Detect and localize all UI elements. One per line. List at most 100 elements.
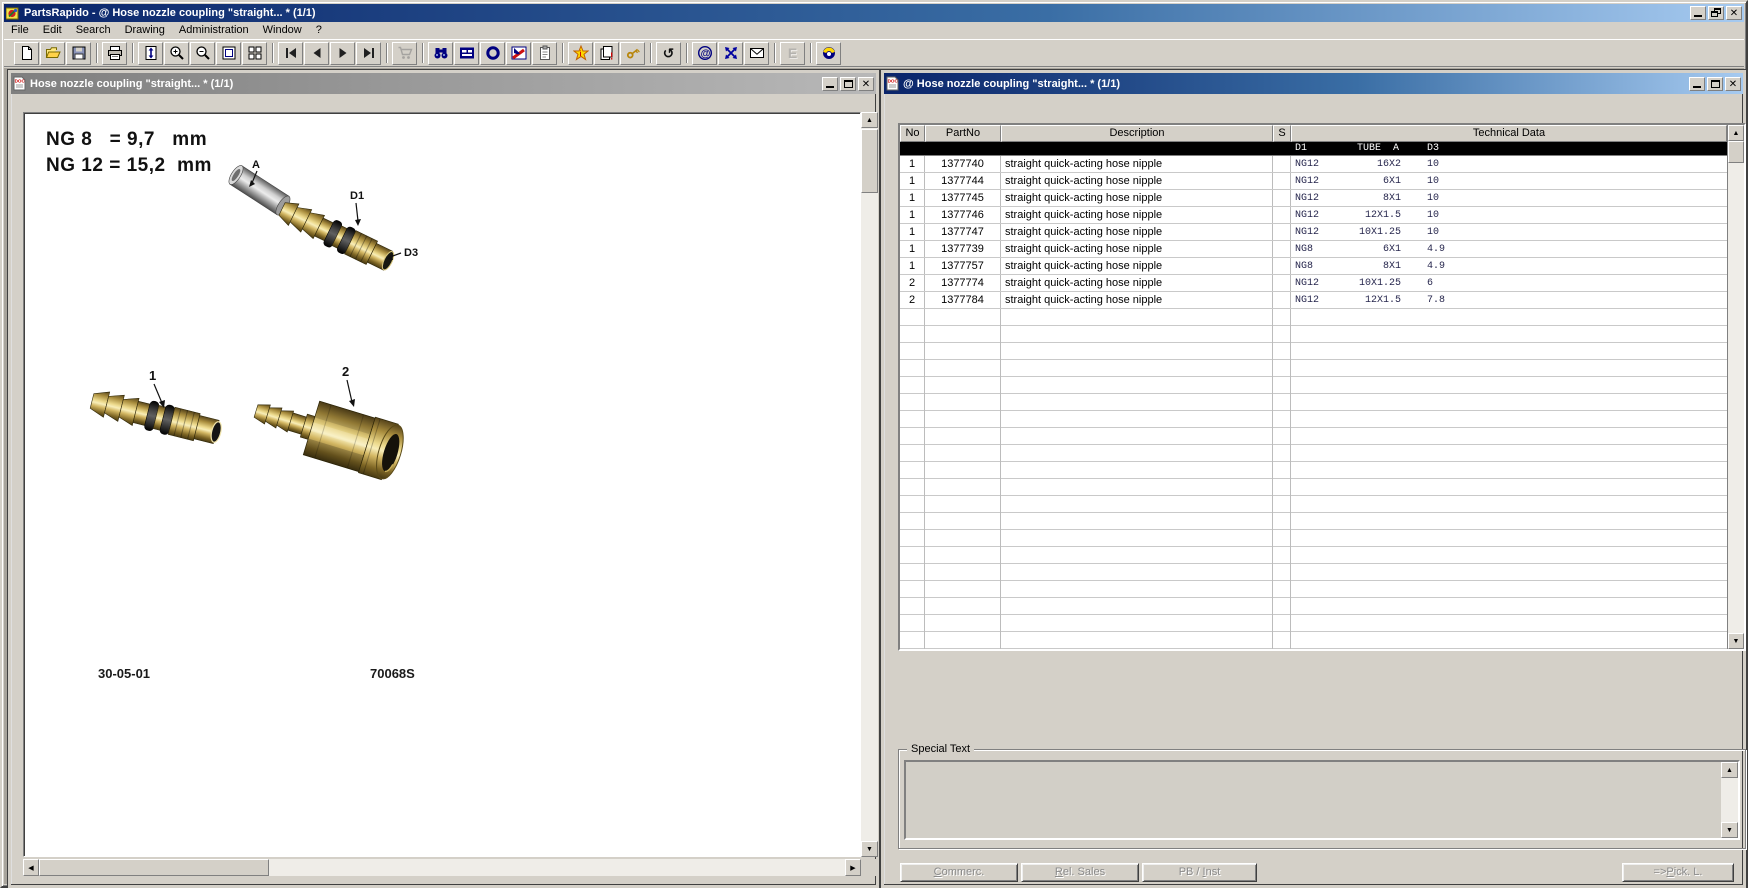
toolbar-refresh-button[interactable]: ↺ (656, 42, 681, 65)
cell-partno: 1377740 (925, 156, 1001, 172)
print-icon (107, 45, 123, 61)
column-header-partno[interactable]: PartNo (925, 125, 1001, 142)
restore-button[interactable] (1708, 6, 1724, 20)
toolbar-ring-button[interactable] (480, 42, 505, 65)
scroll-up-arrow[interactable]: ▲ (1728, 125, 1744, 141)
cell-no: 1 (900, 224, 925, 240)
pick-l-button[interactable]: =>Pick. L. (1622, 863, 1734, 882)
column-header-no[interactable]: No (900, 125, 925, 142)
table-row[interactable]: 1 1377744 straight quick-acting hose nip… (900, 173, 1727, 190)
toolbar-at-circle-button[interactable]: @ (692, 42, 717, 65)
toolbar-export-e-button[interactable]: E (780, 42, 805, 65)
column-header-description[interactable]: Description (1001, 125, 1273, 142)
menu-item-file[interactable]: File (4, 22, 36, 39)
drawing-titlebar[interactable]: DOC Hose nozzle coupling "straight... * … (11, 73, 876, 94)
toolbar-shopping-cart-button[interactable] (392, 42, 417, 65)
parts-table: No PartNo Description S Technical Data D… (898, 123, 1746, 651)
scroll-left-arrow[interactable]: ◀ (23, 859, 39, 876)
drawing-maximize-button[interactable] (840, 77, 856, 91)
toolbar-open-folder-button[interactable] (40, 42, 65, 65)
drawing-minimize-button[interactable] (822, 77, 838, 91)
commerc-button[interactable]: Commerc. (900, 863, 1018, 882)
scroll-down-arrow[interactable]: ▼ (1728, 633, 1744, 649)
scroll-up-arrow[interactable]: ▲ (1721, 762, 1738, 778)
cell-partno: 1377784 (925, 292, 1001, 308)
pb-inst-button[interactable]: PB / Inst (1142, 863, 1257, 882)
menu-item-help[interactable]: ? (309, 22, 329, 39)
horizontal-scroll-thumb[interactable] (39, 859, 269, 876)
cell-technical-data: NG1212X1.510 (1291, 207, 1727, 223)
vertical-scroll-thumb[interactable] (1728, 141, 1744, 163)
toolbar-fit-page-button[interactable] (138, 42, 163, 65)
vertical-scroll-thumb[interactable] (861, 129, 878, 193)
special-text-scrollbar[interactable]: ▲ ▼ (1721, 762, 1738, 838)
previous-page-icon (309, 45, 325, 61)
column-header-s[interactable]: S (1273, 125, 1291, 142)
cell-partno: 1377739 (925, 241, 1001, 257)
toolbar-flag-arrow-button[interactable] (506, 42, 531, 65)
close-button[interactable]: ✕ (1726, 6, 1742, 20)
minimize-button[interactable] (1690, 6, 1706, 20)
toolbar-last-page-button[interactable] (356, 42, 381, 65)
toolbar-resize-arrows-button[interactable] (718, 42, 743, 65)
toolbar-thumbnail-view-button[interactable] (242, 42, 267, 65)
parts-window: DOC @ Hose nozzle coupling "straight... … (881, 70, 1746, 888)
scroll-right-arrow[interactable]: ▶ (845, 859, 861, 876)
toolbar-clipboard-button[interactable] (532, 42, 557, 65)
toolbar-key-button[interactable] (620, 42, 645, 65)
toolbar-search-binoculars-button[interactable] (428, 42, 453, 65)
column-header-technical-data[interactable]: Technical Data (1291, 125, 1727, 142)
drawing-close-button[interactable]: ✕ (858, 77, 874, 91)
table-row[interactable]: 1 1377757 straight quick-acting hose nip… (900, 258, 1727, 275)
table-row[interactable]: 1 1377740 straight quick-acting hose nip… (900, 156, 1727, 173)
scroll-up-arrow[interactable]: ▲ (861, 112, 878, 128)
drawing-canvas[interactable]: NG 8 = 9,7 mmNG 12 = 15,2 mm (23, 112, 861, 857)
drawing-vertical-scrollbar[interactable]: ▲ ▼ (861, 112, 878, 857)
toolbar-print-button[interactable] (102, 42, 127, 65)
menu-item-administration[interactable]: Administration (172, 22, 256, 39)
scroll-down-arrow[interactable]: ▼ (1721, 822, 1738, 838)
cell-partno: 1377744 (925, 173, 1001, 189)
toolbar-service-ball-button[interactable] (816, 42, 841, 65)
svg-text:!: ! (610, 52, 613, 62)
menu-item-edit[interactable]: Edit (36, 22, 69, 39)
parts-titlebar[interactable]: DOC @ Hose nozzle coupling "straight... … (884, 73, 1743, 94)
scroll-down-arrow[interactable]: ▼ (861, 841, 878, 857)
toolbar-zoom-out-button[interactable] (190, 42, 215, 65)
main-titlebar[interactable]: PartsRapido - @ Hose nozzle coupling "st… (4, 4, 1744, 22)
toolbar-page-view-button[interactable] (216, 42, 241, 65)
page-view-icon (221, 45, 237, 61)
table-row[interactable]: 1 1377739 straight quick-acting hose nip… (900, 241, 1727, 258)
special-text-area[interactable]: ▲ ▼ (904, 760, 1740, 840)
toolbar-next-page-button[interactable] (330, 42, 355, 65)
toolbar-catalog-stack-button[interactable]: ! (594, 42, 619, 65)
toolbar-envelope-button[interactable] (744, 42, 769, 65)
toolbar-parts-list-button[interactable] (454, 42, 479, 65)
subheader-d1: D1 (1295, 143, 1307, 154)
table-row[interactable]: 1 1377745 straight quick-acting hose nip… (900, 190, 1727, 207)
table-row[interactable]: 2 1377784 straight quick-acting hose nip… (900, 292, 1727, 309)
parts-close-button[interactable]: ✕ (1725, 77, 1741, 91)
parts-maximize-button[interactable] (1707, 77, 1723, 91)
table-row[interactable]: 2 1377774 straight quick-acting hose nip… (900, 275, 1727, 292)
ring-icon (485, 45, 501, 61)
menu-item-drawing[interactable]: Drawing (118, 22, 172, 39)
menu-item-window[interactable]: Window (256, 22, 309, 39)
parts-minimize-button[interactable] (1689, 77, 1705, 91)
table-row[interactable]: 1 1377747 straight quick-acting hose nip… (900, 224, 1727, 241)
table-vertical-scrollbar[interactable]: ▲ ▼ (1727, 125, 1744, 649)
toolbar-previous-page-button[interactable] (304, 42, 329, 65)
tech-subheader-row[interactable]: D1 TUBE A D3 (900, 142, 1727, 156)
special-text-value[interactable] (908, 764, 1719, 836)
toolbar-zoom-in-button[interactable] (164, 42, 189, 65)
menu-item-search[interactable]: Search (69, 22, 118, 39)
toolbar-save-button[interactable] (66, 42, 91, 65)
toolbar-first-page-button[interactable] (278, 42, 303, 65)
table-row[interactable]: 1 1377746 straight quick-acting hose nip… (900, 207, 1727, 224)
drawing-horizontal-scrollbar[interactable]: ◀ ▶ (23, 859, 861, 876)
table-empty-rows[interactable] (900, 309, 1727, 649)
part-2-coupling (248, 383, 409, 483)
rel-sales-button[interactable]: Rel. Sales (1021, 863, 1139, 882)
toolbar-new-document-button[interactable] (14, 42, 39, 65)
toolbar-favorites-star-button[interactable]: i (568, 42, 593, 65)
